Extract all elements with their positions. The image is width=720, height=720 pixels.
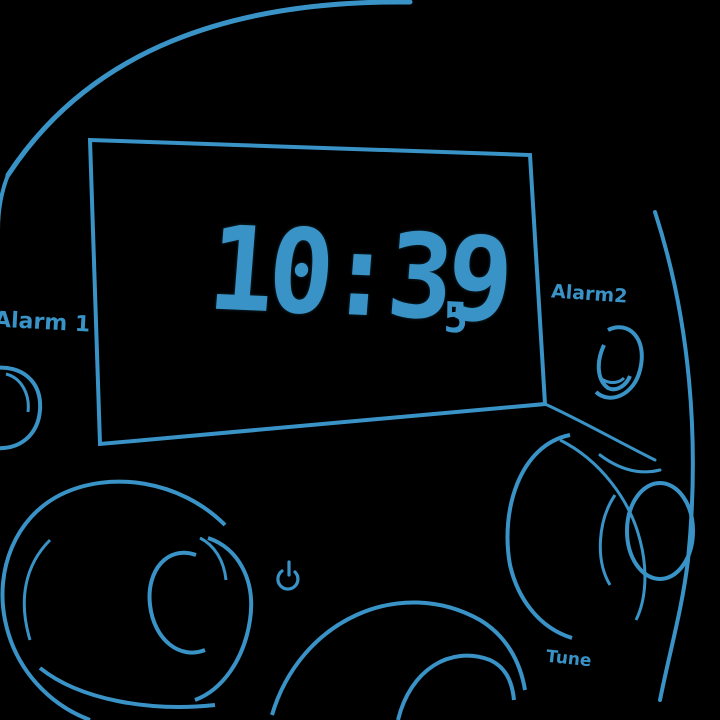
- alarm2-button-curl: [599, 376, 626, 384]
- power-icon[interactable]: [276, 560, 300, 591]
- center-knob-inner: [147, 551, 206, 655]
- clock-radio-face: 10:39 5 Alarm 1 Alarm2 Tune: [0, 0, 720, 720]
- clock-seconds: 5: [443, 292, 469, 343]
- alarm2-label: Alarm2: [550, 280, 629, 308]
- alarm2-button[interactable]: [594, 325, 644, 400]
- left-knob-outer-arc: [0, 479, 227, 720]
- bottom-center-knob[interactable]: [270, 600, 527, 720]
- tune-dial[interactable]: [505, 433, 695, 640]
- left-volume-knob[interactable]: [0, 479, 227, 720]
- alarm1-label: Alarm 1: [0, 307, 91, 338]
- alarm1-button-inner: [5, 372, 30, 413]
- center-knob[interactable]: [147, 536, 254, 702]
- left-knob-swoosh: [38, 666, 216, 709]
- body-right-edge: [653, 210, 695, 702]
- alarm1-button[interactable]: [0, 365, 43, 451]
- body-outer-arc-tail: [0, 173, 10, 231]
- bezel-edge-right: [543, 402, 657, 462]
- left-knob-inner-arc: [22, 538, 52, 641]
- tune-dial-inner: [598, 494, 617, 586]
- tune-dial-outer: [505, 433, 573, 640]
- alarm1-button-ring: [0, 365, 43, 451]
- lcd-display: 10:39 5: [87, 140, 528, 420]
- tune-label: Tune: [545, 646, 593, 672]
- bottom-knob-inner: [396, 653, 516, 720]
